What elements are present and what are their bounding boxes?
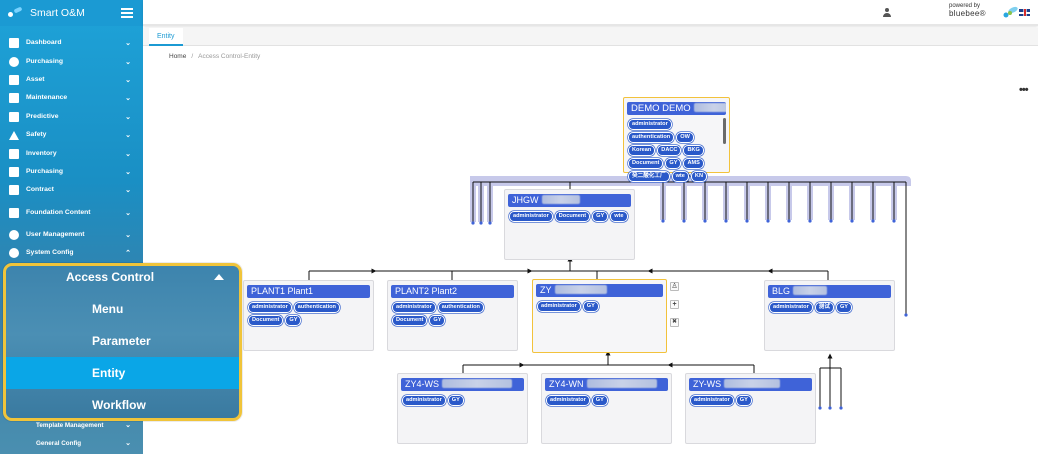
submenu-header-access-control[interactable]: Access Control xyxy=(6,266,239,288)
entity-node-jhgw[interactable]: JHGW administrator Document GY wte xyxy=(504,189,635,260)
access-control-submenu: Access Control Menu Parameter Entity Wor… xyxy=(3,263,242,421)
delete-node-button[interactable]: ✖ xyxy=(670,318,679,327)
entity-tags: administrator GY xyxy=(546,395,665,406)
entity-tags: administrator authentication Document GY xyxy=(248,302,367,326)
entity-tags: administrator Document GY wte xyxy=(509,211,628,222)
redacted-text xyxy=(554,285,607,294)
tag: OW xyxy=(676,132,694,143)
tag: GY xyxy=(447,395,464,406)
tag: Document xyxy=(392,315,428,326)
redacted-text xyxy=(541,195,580,204)
tag: 癸二酸化工厂 xyxy=(628,171,670,182)
entity-node-plant2[interactable]: PLANT2 Plant2 administrator authenticatio… xyxy=(387,280,518,351)
tag: administrator xyxy=(402,395,446,406)
tag: KN xyxy=(690,171,707,182)
node-scrollbar[interactable] xyxy=(723,118,726,144)
entity-node-title: ZY4-WN xyxy=(545,378,668,391)
submenu-item-workflow[interactable]: Workflow xyxy=(6,389,239,418)
tag: GY xyxy=(591,395,608,406)
redacted-text xyxy=(793,286,828,295)
tag: administrator xyxy=(628,119,672,130)
entity-node-title: PLANT2 Plant2 xyxy=(391,285,514,298)
tag: administrator xyxy=(769,302,813,313)
entity-node-zy4-ws[interactable]: ZY4-WS administrator GY xyxy=(397,373,528,444)
tag: GY xyxy=(735,395,752,406)
caret-up-icon xyxy=(214,274,224,280)
entity-node-title: ZY xyxy=(536,284,663,297)
entity-tags: administrator GY xyxy=(402,395,521,406)
tag: administrator xyxy=(509,211,553,222)
tag: AMS xyxy=(683,158,704,169)
tag: GY xyxy=(592,211,609,222)
entity-tags: administrator authentication Document GY xyxy=(392,302,511,326)
entity-node-demo[interactable]: DEMO DEMO administrator authentication OW K… xyxy=(623,97,730,182)
redacted-text xyxy=(586,379,657,388)
add-child-button[interactable]: + xyxy=(670,300,679,309)
tag: Document xyxy=(554,211,591,222)
tag: GY xyxy=(285,315,302,326)
entity-node-zy4-wn[interactable]: ZY4-WN administrator GY xyxy=(541,373,672,444)
tag: GY xyxy=(665,158,682,169)
submenu-item-entity[interactable]: Entity xyxy=(6,357,239,389)
tag: administrator xyxy=(690,395,734,406)
tag: wte xyxy=(610,211,628,222)
entity-node-blg[interactable]: BLG administrator 测试 GY xyxy=(764,280,895,351)
tag: authentication xyxy=(293,302,340,313)
entity-tags: administrator authentication OW Korean DACC B… xyxy=(628,119,719,182)
entity-node-zy[interactable]: ZY administrator GY xyxy=(532,279,667,353)
assign-user-button[interactable]: ♙ xyxy=(670,282,679,291)
tag: GY xyxy=(429,315,446,326)
entity-tags: administrator GY xyxy=(690,395,809,406)
entity-tags: administrator 测试 GY xyxy=(769,302,888,313)
tag: administrator xyxy=(537,301,581,312)
tag: administrator xyxy=(392,302,436,313)
tag: DACC xyxy=(657,145,682,156)
entity-node-title: PLANT1 Plant1 xyxy=(247,285,370,298)
entity-node-title: JHGW xyxy=(508,194,631,207)
tag: authentication xyxy=(437,302,484,313)
entity-node-title: DEMO DEMO xyxy=(627,102,726,115)
entity-node-title: ZY4-WS xyxy=(401,378,524,391)
tag: Korean xyxy=(628,145,656,156)
tag: 测试 xyxy=(814,302,834,313)
entity-node-title: ZY-WS xyxy=(689,378,812,391)
tag: GY xyxy=(835,302,853,313)
redacted-text xyxy=(724,379,781,388)
entity-node-zy-ws[interactable]: ZY-WS administrator GY xyxy=(685,373,816,444)
tag: authentication xyxy=(628,132,675,143)
redacted-text xyxy=(442,379,513,388)
tag: Document xyxy=(628,158,664,169)
tag: GY xyxy=(582,301,599,312)
entity-tags: administrator GY xyxy=(537,301,660,312)
submenu-item-parameter[interactable]: Parameter xyxy=(6,325,239,357)
tag: administrator xyxy=(248,302,292,313)
redacted-text xyxy=(693,103,726,112)
tag: Document xyxy=(248,315,284,326)
tag: wte xyxy=(671,171,689,182)
entity-node-plant1[interactable]: PLANT1 Plant1 administrator authenticatio… xyxy=(243,280,374,351)
tag: BKG xyxy=(683,145,704,156)
entity-node-title: BLG xyxy=(768,285,891,298)
tag: administrator xyxy=(546,395,590,406)
submenu-item-menu[interactable]: Menu xyxy=(6,293,239,325)
